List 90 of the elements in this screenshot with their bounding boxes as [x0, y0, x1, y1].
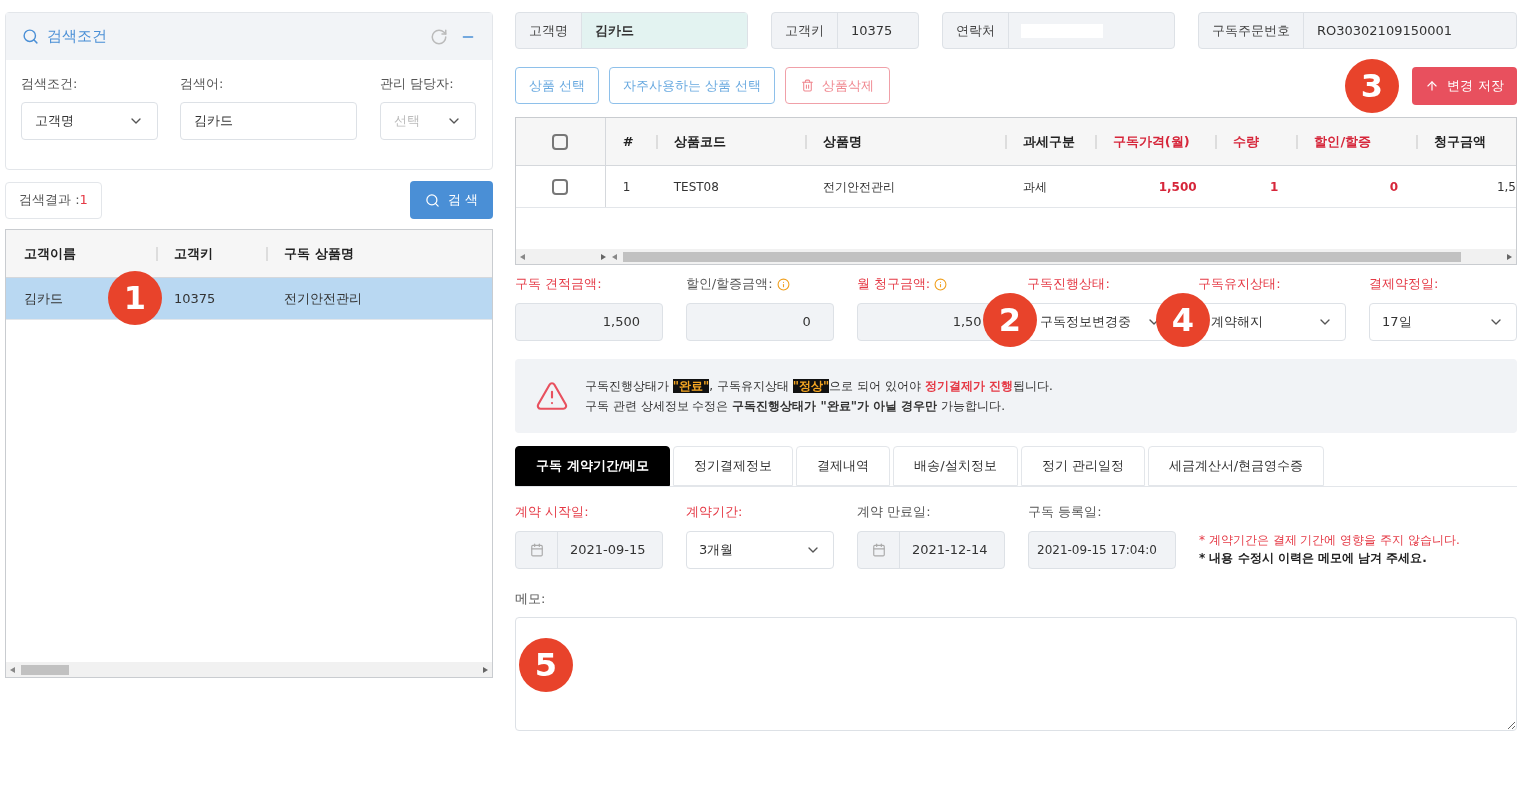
table-cell: 김카드	[24, 290, 63, 306]
table-cell-text: 전기안전관리	[823, 178, 896, 196]
step-number-overlay: 4	[1156, 293, 1210, 347]
column-header[interactable]: 구독 상품명	[284, 243, 354, 264]
field-label: 계약 만료일:	[857, 503, 931, 522]
notice-text: 구독 관련 상세정보 수정은 구독진행상태가 "완료"가 아닐 경우만 가능합니다.	[585, 398, 1006, 415]
checkbox[interactable]	[552, 133, 569, 150]
field-value: RO30302109150001	[1316, 21, 1454, 40]
search-icon	[22, 28, 39, 45]
column-header[interactable]: #	[622, 131, 634, 152]
tab[interactable]: 정기결제정보	[673, 446, 794, 486]
step-number-overlay: 2	[983, 293, 1037, 347]
memo-field[interactable]	[515, 616, 1517, 731]
search-icon	[424, 192, 440, 208]
field-label: 계약기간:	[686, 503, 743, 522]
field-label: 구독 견적금액:	[515, 275, 602, 294]
column-header[interactable]: 상품코드	[673, 131, 726, 152]
field-label: 구독유지상태:	[1198, 275, 1281, 294]
table-cell: 전기안전관리	[284, 290, 362, 306]
field-label: 월 청구금액:	[856, 275, 931, 294]
table-cell: 10375	[174, 290, 216, 306]
table-cell-text: TEST08	[673, 178, 719, 196]
search-input[interactable]: 김카드	[180, 101, 357, 140]
field-label: 결제약정일:	[1369, 275, 1439, 294]
field-label: 관리 담당자:	[380, 75, 455, 93]
warning-icon	[535, 379, 569, 413]
notice-text: 구독진행상태가 "완료", 구독유지상태 "정상"으로 되어 있어야 정기결제가 진행됩니다.	[585, 378, 1053, 395]
text-field[interactable]: 2021-09-15 17:04:0	[1028, 531, 1176, 569]
scroll-left-icon[interactable]	[10, 666, 15, 673]
table-row[interactable]: 1 TEST08 전기안전관리 과세 1,500 1 0 1,5	[516, 166, 1516, 208]
checkbox[interactable]	[552, 178, 569, 195]
column-header[interactable]: 과세구분	[1023, 131, 1076, 152]
column-header[interactable]: 할인/할증	[1314, 131, 1372, 152]
trash-icon	[801, 79, 815, 92]
field-label: 할인/할증금액:	[685, 275, 773, 294]
table-cell-text: 0	[1389, 178, 1399, 196]
calendar-icon	[871, 543, 886, 557]
scroll-right-icon[interactable]	[601, 253, 606, 260]
save-button[interactable]: 변경 저장	[1412, 67, 1517, 105]
step-number-overlay: 3	[1345, 59, 1399, 113]
select-field[interactable]: 17일	[1369, 303, 1517, 341]
step-number-overlay: 5	[519, 638, 573, 692]
scroll-left-icon[interactable]	[520, 253, 525, 260]
upload-icon	[1425, 79, 1440, 93]
horizontal-scrollbar[interactable]	[516, 249, 1516, 264]
field-label: 구독주문번호	[1199, 13, 1304, 48]
amount-field[interactable]: 1,500	[515, 303, 663, 341]
field-label: 검색조건:	[21, 75, 79, 93]
column-header[interactable]: 수량	[1232, 131, 1259, 152]
calendar-icon	[529, 543, 544, 557]
column-header[interactable]: 구독가격(월)	[1112, 131, 1190, 152]
field-label: 메모:	[515, 590, 547, 608]
amount-field[interactable]: 0	[685, 303, 834, 341]
scroll-right-icon[interactable]	[483, 666, 488, 673]
field-label: 구독진행상태:	[1027, 275, 1110, 294]
scrollbar-thumb[interactable]	[21, 664, 69, 675]
field-value: 김카드	[582, 13, 747, 48]
column-header[interactable]: 청구금액	[1434, 131, 1487, 152]
field-label: 구독 등록일:	[1028, 503, 1102, 522]
panel-title: 검색조건	[47, 26, 107, 48]
scrollbar-thumb[interactable]	[623, 251, 1461, 262]
field-label: 계약 시작일:	[515, 503, 589, 522]
select-field[interactable]: 3개월	[686, 531, 834, 569]
field-label: 검색어:	[180, 75, 225, 93]
tab[interactable]: 세금계산서/현금영수증	[1147, 446, 1325, 486]
column-header[interactable]: 고객키	[174, 243, 213, 264]
note-text: * 내용 수정시 이력은 메모에 남겨 주세요.	[1199, 550, 1428, 567]
column-header[interactable]: 상품명	[823, 131, 863, 152]
table-cell-text: 1,500	[1158, 178, 1197, 196]
tab[interactable]: 결제내역	[796, 446, 891, 486]
scroll-left-icon[interactable]	[612, 253, 617, 260]
note-text: * 계약기간은 결제 기간에 영향을 주지 않습니다.	[1199, 532, 1460, 549]
tab[interactable]: 정기 관리일정	[1020, 446, 1145, 486]
select-field[interactable]: 고객명	[21, 101, 158, 140]
horizontal-scrollbar[interactable]	[6, 662, 492, 677]
date-field[interactable]: 2021-12-14	[857, 531, 1005, 569]
refresh-icon[interactable]	[430, 27, 448, 46]
table-cell-text: 1,5	[1496, 178, 1516, 196]
scroll-right-icon[interactable]	[1507, 253, 1512, 260]
field-label: 연락처	[943, 13, 1009, 48]
date-field[interactable]: 2021-09-15	[515, 531, 663, 569]
column-header[interactable]: 고객이름	[24, 243, 76, 264]
tab[interactable]: 배송/설치정보	[893, 446, 1018, 486]
table-cell-text: 1	[622, 178, 631, 196]
table-cell-text: 과세	[1023, 178, 1047, 196]
result-count-label: 검색결과 :1	[5, 181, 102, 219]
field-label: 고객키	[772, 13, 838, 48]
table-cell-text: 1	[1270, 178, 1279, 196]
tab[interactable]: 구독 계약기간/메모	[515, 446, 671, 486]
field-value: 10375	[850, 21, 894, 40]
